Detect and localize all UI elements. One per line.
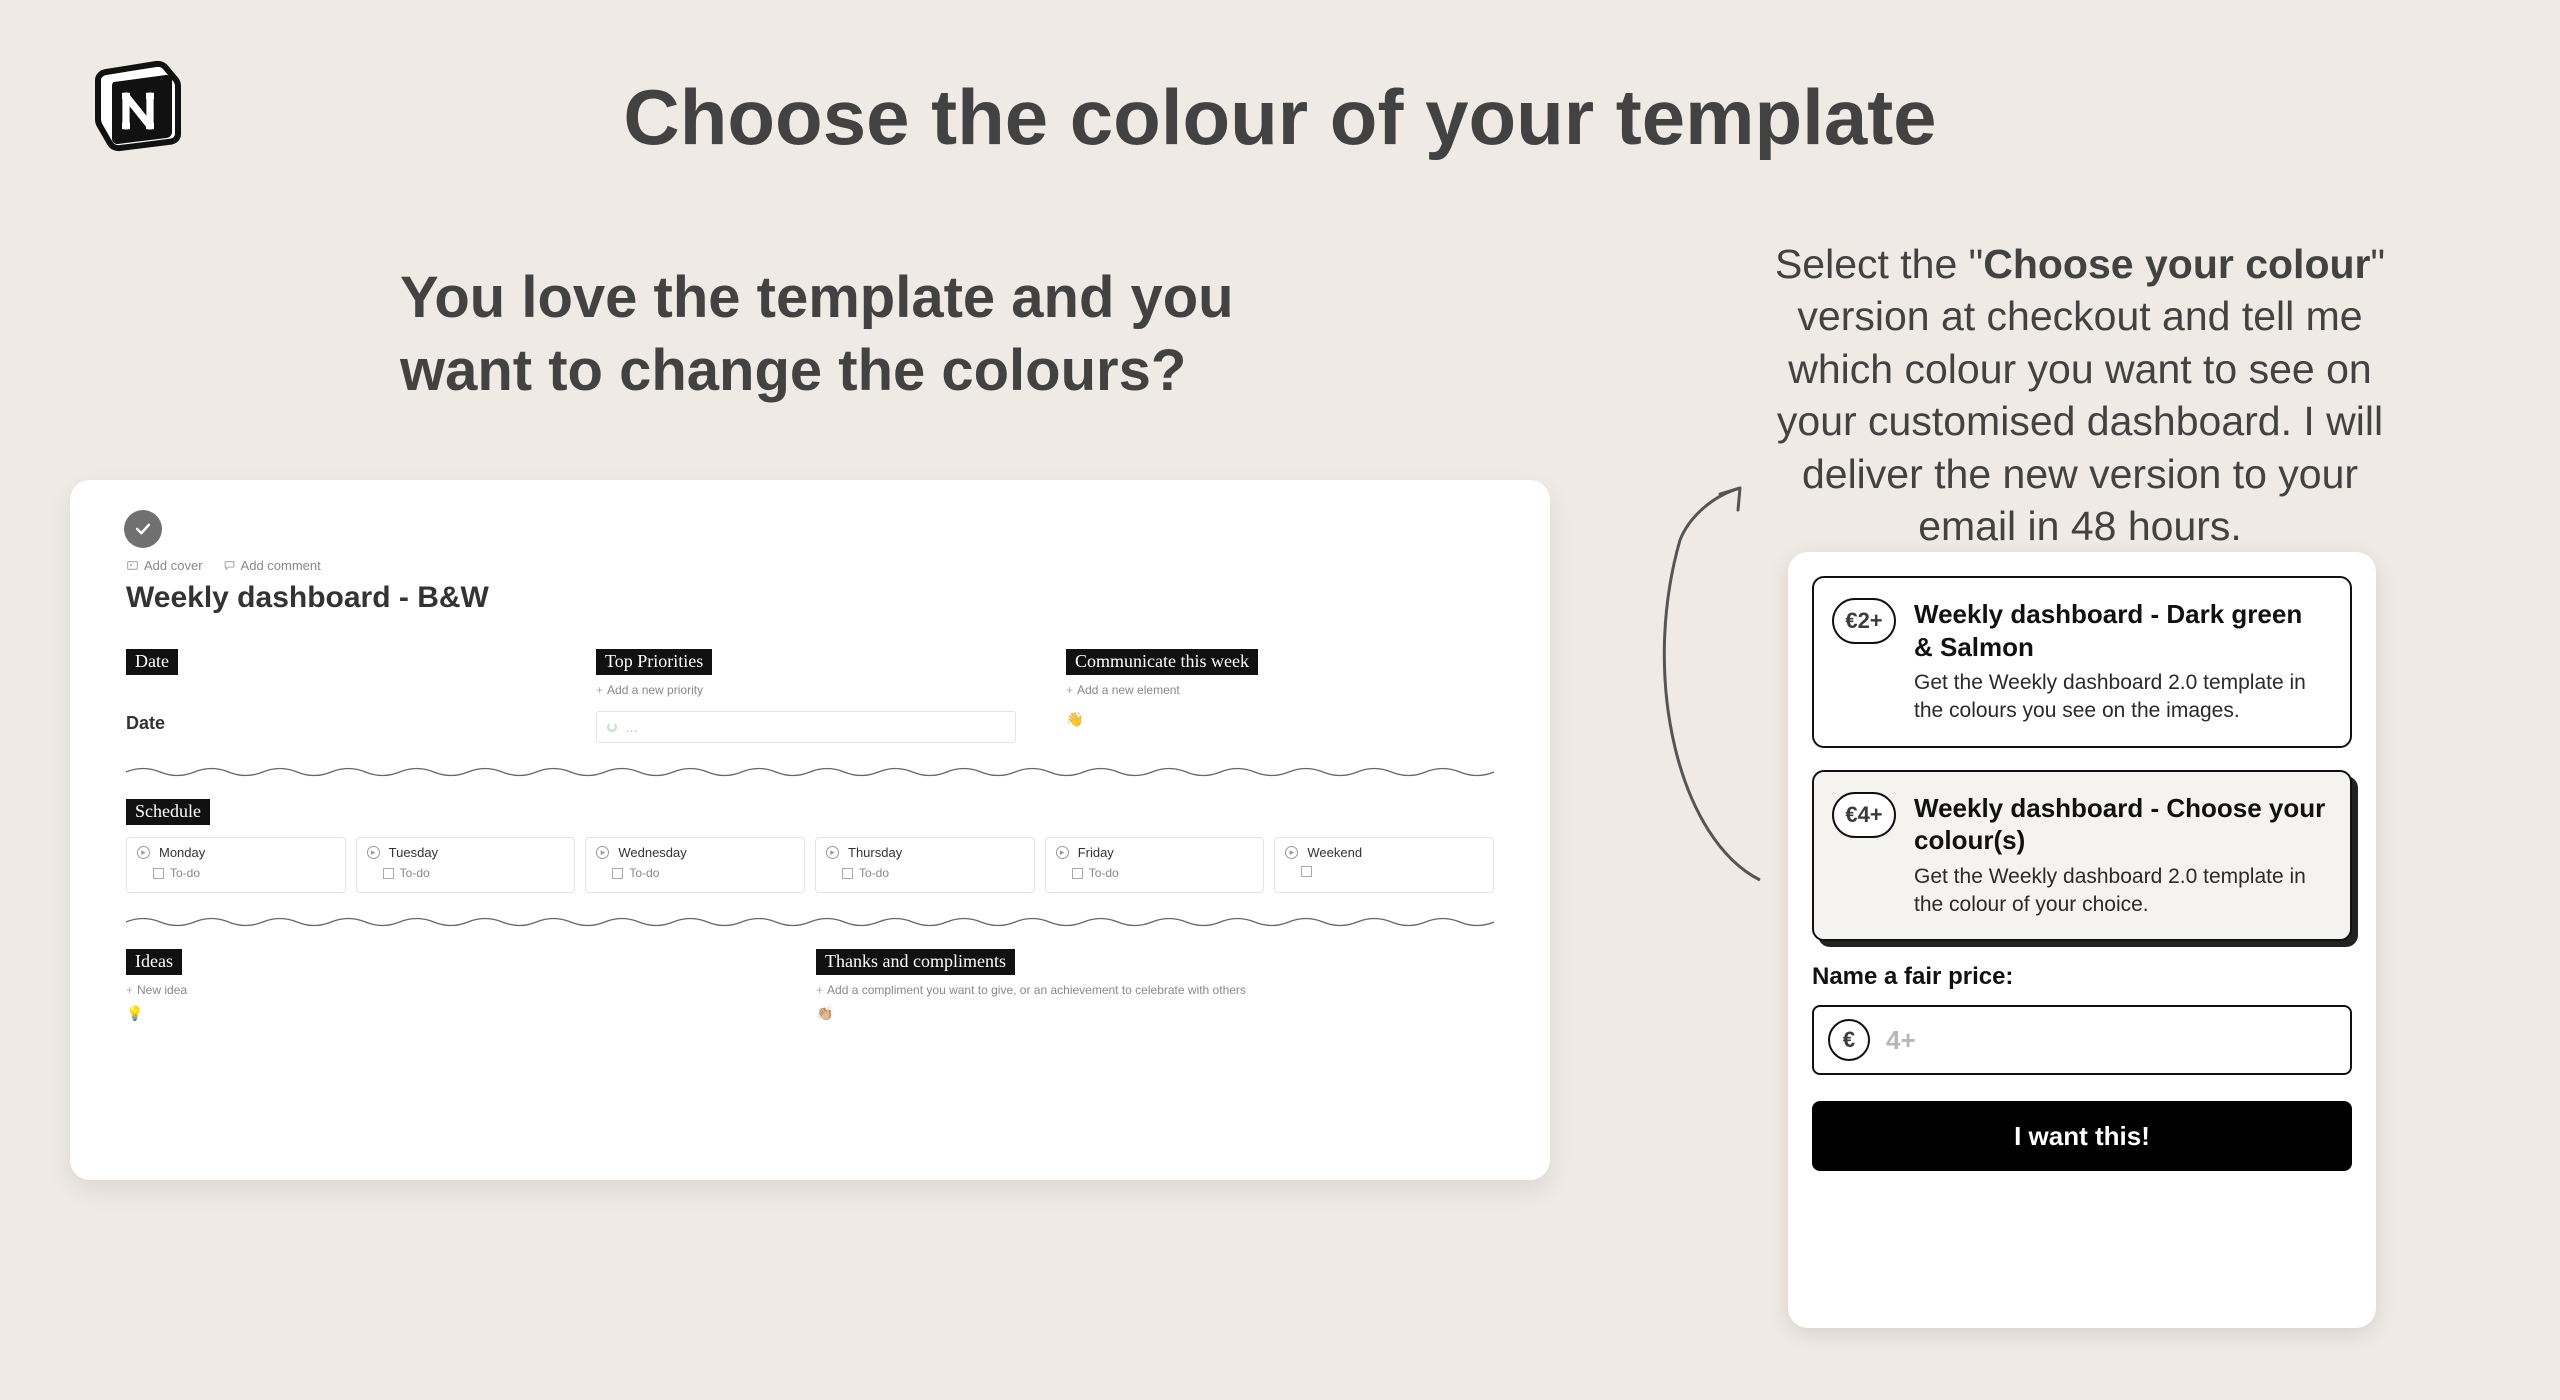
plan-desc: Get the Weekly dashboard 2.0 template in… xyxy=(1914,863,2328,920)
toggle-icon[interactable]: ▸ xyxy=(367,846,380,859)
toggle-icon[interactable]: ▸ xyxy=(137,846,150,859)
checkbox-icon[interactable] xyxy=(612,868,623,879)
checkout-panel: €2+ Weekly dashboard - Dark green & Salm… xyxy=(1788,552,2376,1328)
plan-title: Weekly dashboard - Choose your colour(s) xyxy=(1914,792,2328,857)
instruction-text: Select the "Choose your colour" version … xyxy=(1750,238,2410,553)
fair-price-label: Name a fair price: xyxy=(1812,963,2352,991)
todo-item[interactable]: To-do xyxy=(383,866,565,880)
day-label: Monday xyxy=(155,845,209,860)
schedule-day-card[interactable]: ▸ Wednesday To-do xyxy=(585,837,805,893)
checkbox-icon[interactable] xyxy=(1072,868,1083,879)
schedule-day-card[interactable]: ▸ Tuesday To-do xyxy=(356,837,576,893)
day-label: Thursday xyxy=(844,845,906,860)
notion-page-title: Weekly dashboard - B&W xyxy=(126,581,1494,615)
checkbox-icon[interactable] xyxy=(842,868,853,879)
toggle-icon[interactable]: ▸ xyxy=(1285,846,1298,859)
price-pill: €2+ xyxy=(1832,598,1896,644)
add-cover-button[interactable]: Add cover xyxy=(126,558,203,573)
section-priorities-tag: Top Priorities xyxy=(596,649,712,675)
divider-squiggle xyxy=(126,915,1494,929)
add-priority-button[interactable]: +Add a new priority xyxy=(596,683,1066,697)
day-label: Tuesday xyxy=(385,845,442,860)
plan-option-choose-colour[interactable]: €4+ Weekly dashboard - Choose your colou… xyxy=(1812,770,2352,942)
cta-button[interactable]: I want this! xyxy=(1812,1101,2352,1171)
check-badge-icon xyxy=(124,510,162,548)
plan-option-standard[interactable]: €2+ Weekly dashboard - Dark green & Salm… xyxy=(1812,576,2352,748)
toggle-icon[interactable]: ▸ xyxy=(596,846,609,859)
checkbox-icon[interactable] xyxy=(1301,866,1312,877)
add-communicate-button[interactable]: +Add a new element xyxy=(1066,683,1494,697)
lightbulb-emoji-icon: 💡 xyxy=(126,1005,816,1022)
dashboard-preview: Add cover Add comment Weekly dashboard -… xyxy=(70,480,1550,1180)
plan-desc: Get the Weekly dashboard 2.0 template in… xyxy=(1914,669,2328,726)
section-ideas-tag: Ideas xyxy=(126,949,182,975)
day-label: Wednesday xyxy=(614,845,690,860)
price-input[interactable] xyxy=(1886,1025,2336,1056)
schedule-day-card[interactable]: ▸ Thursday To-do xyxy=(815,837,1035,893)
divider-squiggle xyxy=(126,765,1494,779)
wave-emoji-icon: 👋 xyxy=(1066,711,1494,728)
section-thanks-tag: Thanks and compliments xyxy=(816,949,1015,975)
add-idea-button[interactable]: +New idea xyxy=(126,983,816,997)
checkbox-icon[interactable] xyxy=(383,868,394,879)
clap-emoji-icon: 👏🏼 xyxy=(816,1005,1494,1022)
section-date-tag: Date xyxy=(126,649,178,675)
toggle-icon[interactable]: ▸ xyxy=(1056,846,1069,859)
price-input-wrapper[interactable]: € xyxy=(1812,1005,2352,1075)
add-comment-button[interactable]: Add comment xyxy=(223,558,321,573)
page-title: Choose the colour of your template xyxy=(0,72,2560,163)
schedule-day-card[interactable]: ▸ Weekend xyxy=(1274,837,1494,893)
schedule-day-card[interactable]: ▸ Friday To-do xyxy=(1045,837,1265,893)
plan-title: Weekly dashboard - Dark green & Salmon xyxy=(1914,598,2328,663)
section-schedule-tag: Schedule xyxy=(126,799,210,825)
todo-item[interactable] xyxy=(1301,866,1483,877)
spinner-icon xyxy=(607,722,617,732)
checkbox-icon[interactable] xyxy=(153,868,164,879)
price-pill: €4+ xyxy=(1832,792,1896,838)
schedule-day-card[interactable]: ▸ Monday To-do xyxy=(126,837,346,893)
toggle-icon[interactable]: ▸ xyxy=(826,846,839,859)
add-compliment-button[interactable]: +Add a compliment you want to give, or a… xyxy=(816,983,1494,997)
todo-item[interactable]: To-do xyxy=(612,866,794,880)
date-subheading: Date xyxy=(126,713,596,734)
subheading: You love the template and you want to ch… xyxy=(400,262,1280,407)
todo-item[interactable]: To-do xyxy=(1072,866,1254,880)
todo-item[interactable]: To-do xyxy=(153,866,335,880)
day-label: Friday xyxy=(1074,845,1118,860)
arrow-curve-icon xyxy=(1620,480,1800,900)
section-communicate-tag: Communicate this week xyxy=(1066,649,1258,675)
day-label: Weekend xyxy=(1303,845,1366,860)
priority-input[interactable]: … xyxy=(596,711,1016,743)
todo-item[interactable]: To-do xyxy=(842,866,1024,880)
currency-icon: € xyxy=(1828,1019,1870,1061)
